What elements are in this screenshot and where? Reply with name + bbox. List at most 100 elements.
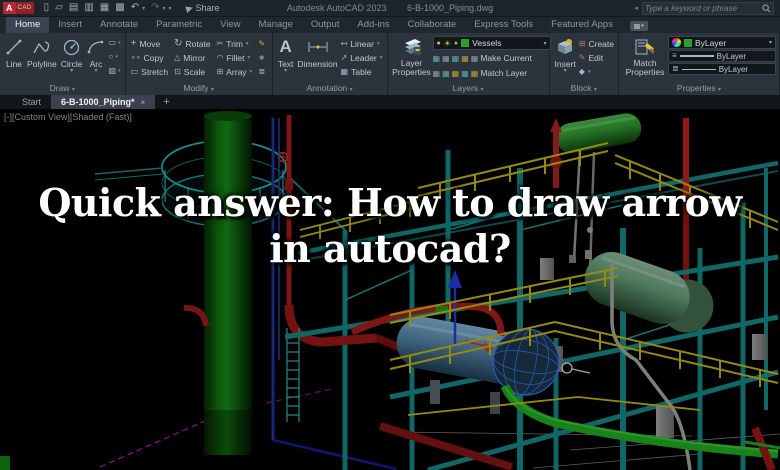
new-file-icon[interactable]: ▯ bbox=[44, 0, 50, 16]
attributes-dropdown-icon[interactable]: ▾ bbox=[588, 69, 591, 75]
tab-insert[interactable]: Insert bbox=[49, 17, 91, 33]
open-file-icon[interactable]: ▱ bbox=[55, 0, 63, 16]
stretch-button[interactable]: ▭ Stretch bbox=[131, 65, 169, 78]
plot-icon[interactable]: ▦ bbox=[100, 0, 109, 16]
match-properties-label: Match Properties bbox=[625, 58, 665, 77]
offset-button[interactable]: ≣ bbox=[258, 65, 265, 78]
ellipse-button[interactable]: ○ ▾ bbox=[109, 51, 121, 63]
linear-button[interactable]: ↤ Linear ▾ bbox=[341, 37, 383, 50]
rectangle-button[interactable]: ▭ ▾ bbox=[109, 37, 121, 49]
new-tab-button[interactable]: + bbox=[155, 95, 177, 109]
tab-output[interactable]: Output bbox=[302, 17, 349, 33]
line-button[interactable]: Line bbox=[3, 35, 25, 83]
trim-button[interactable]: ✂ Trim ▾ bbox=[217, 37, 253, 50]
drawing-viewport[interactable]: [-][Custom View][Shaded (Fast)] Quick an… bbox=[0, 110, 780, 470]
qat-customize-icon[interactable]: ▾ bbox=[169, 5, 172, 12]
scale-button[interactable]: ⊡ Scale bbox=[174, 65, 210, 78]
panel-label-properties[interactable]: Properties ▾ bbox=[619, 83, 779, 95]
hatch-button[interactable]: ▨ ▾ bbox=[109, 65, 121, 77]
color-dropdown-icon: ▾ bbox=[768, 40, 772, 46]
ribbon-display-icon bbox=[634, 23, 641, 29]
lineweight-dropdown[interactable]: ≡ ByLayer bbox=[668, 50, 776, 62]
fillet-button[interactable]: ◠ Fillet ▾ bbox=[217, 51, 253, 64]
panel-label-annotation[interactable]: Annotation ▾ bbox=[273, 83, 387, 95]
drawing-canvas[interactable] bbox=[0, 110, 780, 470]
match-properties-button[interactable]: Match Properties bbox=[622, 35, 668, 83]
arc-dropdown-icon[interactable]: ▾ bbox=[95, 68, 98, 74]
make-current-button[interactable]: ▦ ▦ ▦ ▦ ▦ Make Current bbox=[433, 51, 551, 65]
trim-dropdown-icon[interactable]: ▾ bbox=[246, 41, 249, 47]
erase-button[interactable]: ✎ bbox=[258, 37, 265, 50]
file-tab-document[interactable]: 6-B-1000_Piping* × bbox=[51, 95, 156, 109]
arc-button[interactable]: Arc ▾ bbox=[85, 35, 108, 83]
circle-button[interactable]: Circle ▾ bbox=[59, 35, 85, 83]
tab-parametric[interactable]: Parametric bbox=[147, 17, 211, 33]
copy-icon: ∘∘ bbox=[130, 52, 141, 62]
print-icon[interactable]: ▩ bbox=[115, 0, 124, 16]
tab-manage[interactable]: Manage bbox=[250, 17, 302, 33]
panel-label-block[interactable]: Block ▾ bbox=[550, 83, 618, 95]
text-dropdown-icon[interactable]: ▾ bbox=[284, 68, 287, 74]
polyline-button[interactable]: Polyline bbox=[25, 35, 59, 83]
search-icon[interactable] bbox=[762, 4, 771, 13]
insert-block-button[interactable]: Insert ▾ bbox=[553, 35, 578, 83]
save-as-icon[interactable]: ▥ bbox=[84, 0, 93, 16]
edit-block-button[interactable]: ✎ Edit bbox=[579, 51, 614, 64]
file-tab-start[interactable]: Start bbox=[12, 95, 51, 109]
linetype-icon: ≣ bbox=[672, 64, 679, 73]
tab-add-ins[interactable]: Add-ins bbox=[348, 17, 398, 33]
tab-featured-apps[interactable]: Featured Apps bbox=[542, 17, 622, 33]
array-button[interactable]: ⊞ Array ▾ bbox=[217, 65, 253, 78]
share-button[interactable]: ▶ Share bbox=[184, 2, 219, 14]
undo-icon[interactable]: ↶ bbox=[131, 0, 139, 16]
rotate-button[interactable]: ↻ Rotate bbox=[174, 37, 210, 50]
edit-block-icon: ✎ bbox=[578, 52, 586, 62]
create-block-button[interactable]: ⊞ Create bbox=[579, 37, 614, 50]
dimension-button[interactable]: Dimension bbox=[295, 35, 339, 83]
linetype-dropdown[interactable]: ≣ ByLayer bbox=[668, 63, 776, 75]
panel-label-draw[interactable]: Draw ▾ bbox=[0, 83, 125, 95]
match-layer-button[interactable]: ▦ ▦ ▦ ▦ ▦ Match Layer bbox=[433, 66, 551, 80]
autocad-logo[interactable]: A CAD bbox=[3, 2, 34, 15]
circle-dropdown-icon[interactable]: ▾ bbox=[70, 68, 73, 74]
redo-dropdown-icon[interactable]: ▾ bbox=[163, 5, 166, 12]
fillet-dropdown-icon[interactable]: ▾ bbox=[247, 55, 250, 61]
text-button[interactable]: A Text ▾ bbox=[276, 35, 296, 83]
hatch-dropdown-icon: ▾ bbox=[118, 68, 121, 74]
redo-icon[interactable]: ↷ bbox=[151, 0, 159, 16]
insert-dropdown-icon[interactable]: ▾ bbox=[564, 68, 567, 74]
tab-express-tools[interactable]: Express Tools bbox=[465, 17, 542, 33]
table-button[interactable]: ▦ Table bbox=[341, 65, 383, 78]
lineweight-icon: ≡ bbox=[672, 51, 677, 60]
close-tab-icon[interactable]: × bbox=[141, 98, 146, 107]
tab-annotate[interactable]: Annotate bbox=[91, 17, 147, 33]
tab-collaborate[interactable]: Collaborate bbox=[399, 17, 466, 33]
object-color-dropdown[interactable]: ByLayer ▾ bbox=[668, 36, 776, 49]
ribbon-display-toggle[interactable]: ▾ bbox=[629, 21, 648, 31]
layer-properties-button[interactable]: Layer Properties bbox=[391, 35, 433, 83]
panel-layers: Layer Properties ● ☀ ● Vessels ▾ ▦ ▦ ▦ ▦… bbox=[388, 33, 551, 95]
leader-button[interactable]: ↗ Leader ▾ bbox=[341, 51, 383, 64]
search-collapse-icon[interactable]: ◂ bbox=[634, 4, 638, 12]
search-input[interactable] bbox=[645, 4, 762, 13]
leader-dropdown-icon[interactable]: ▾ bbox=[380, 55, 383, 61]
tab-view[interactable]: View bbox=[211, 17, 249, 33]
panel-label-layers[interactable]: Layers ▾ bbox=[388, 83, 549, 95]
layer-tools-row1: ▦ ▦ ▦ ▦ ▦ bbox=[432, 53, 479, 63]
viewport-controls[interactable]: [-][Custom View][Shaded (Fast)] bbox=[4, 112, 132, 122]
undo-dropdown-icon[interactable]: ▾ bbox=[142, 5, 145, 12]
layer-dropdown[interactable]: ● ☀ ● Vessels ▾ bbox=[432, 36, 551, 50]
panel-label-modify[interactable]: Modify ▾ bbox=[126, 83, 272, 95]
move-button[interactable]: + Move bbox=[131, 37, 169, 50]
array-dropdown-icon[interactable]: ▾ bbox=[250, 69, 253, 75]
explode-button[interactable]: ∗ bbox=[258, 51, 265, 64]
lineweight-value: ByLayer bbox=[716, 51, 747, 61]
circle-icon bbox=[62, 36, 81, 58]
tab-home[interactable]: Home bbox=[6, 17, 50, 33]
block-attributes-button[interactable]: ◆ ▾ bbox=[579, 65, 614, 78]
save-icon[interactable]: ▤ bbox=[69, 0, 78, 16]
linear-dropdown-icon[interactable]: ▾ bbox=[377, 41, 380, 47]
mirror-button[interactable]: △ Mirror bbox=[174, 51, 210, 64]
copy-button[interactable]: ∘∘ Copy bbox=[131, 51, 169, 64]
ellipse-dropdown-icon: ▾ bbox=[115, 54, 118, 60]
